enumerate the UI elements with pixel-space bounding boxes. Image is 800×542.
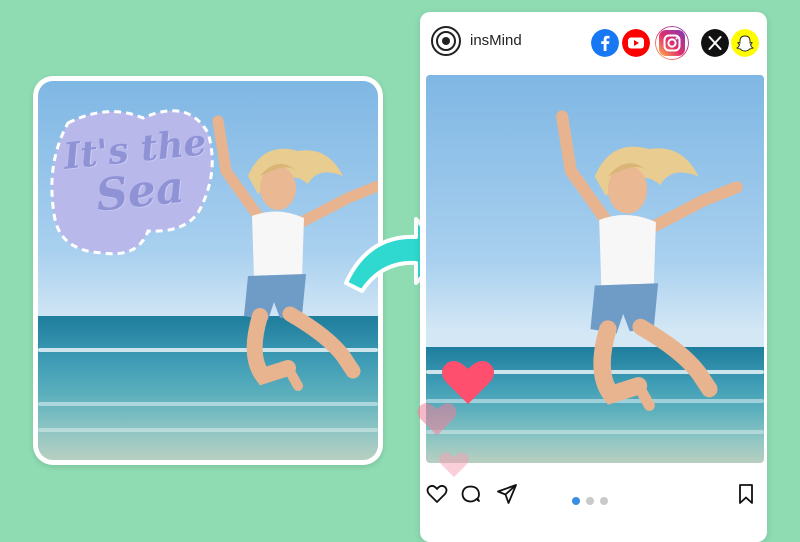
carousel-indicator xyxy=(572,492,614,510)
heart-reaction-icon xyxy=(417,403,457,436)
sticker-text: It's the Sea xyxy=(62,121,220,222)
account-name[interactable]: insMind xyxy=(470,32,522,49)
youtube-icon[interactable] xyxy=(622,29,650,57)
jumping-woman xyxy=(556,110,743,411)
carousel-dot[interactable] xyxy=(586,497,594,505)
like-heart-icon[interactable] xyxy=(425,482,449,506)
original-photo-card: It's the Sea xyxy=(33,76,383,465)
carousel-dot-active[interactable] xyxy=(572,497,580,505)
carousel-dot[interactable] xyxy=(600,497,608,505)
bookmark-icon[interactable] xyxy=(734,482,758,506)
social-post-card: insMind xyxy=(417,12,767,542)
facebook-icon[interactable] xyxy=(591,29,619,57)
share-send-icon[interactable] xyxy=(495,482,519,506)
heart-reaction-icon xyxy=(439,452,469,478)
insmind-logo-icon xyxy=(431,26,461,56)
snapchat-icon[interactable] xyxy=(731,29,759,57)
x-icon[interactable] xyxy=(701,29,729,57)
original-photo: It's the Sea xyxy=(38,81,378,460)
comment-icon[interactable] xyxy=(459,482,483,506)
instagram-icon[interactable] xyxy=(655,26,689,60)
post-actions xyxy=(420,482,767,512)
sticker[interactable]: It's the Sea xyxy=(48,103,218,263)
post-header: insMind xyxy=(420,12,767,74)
